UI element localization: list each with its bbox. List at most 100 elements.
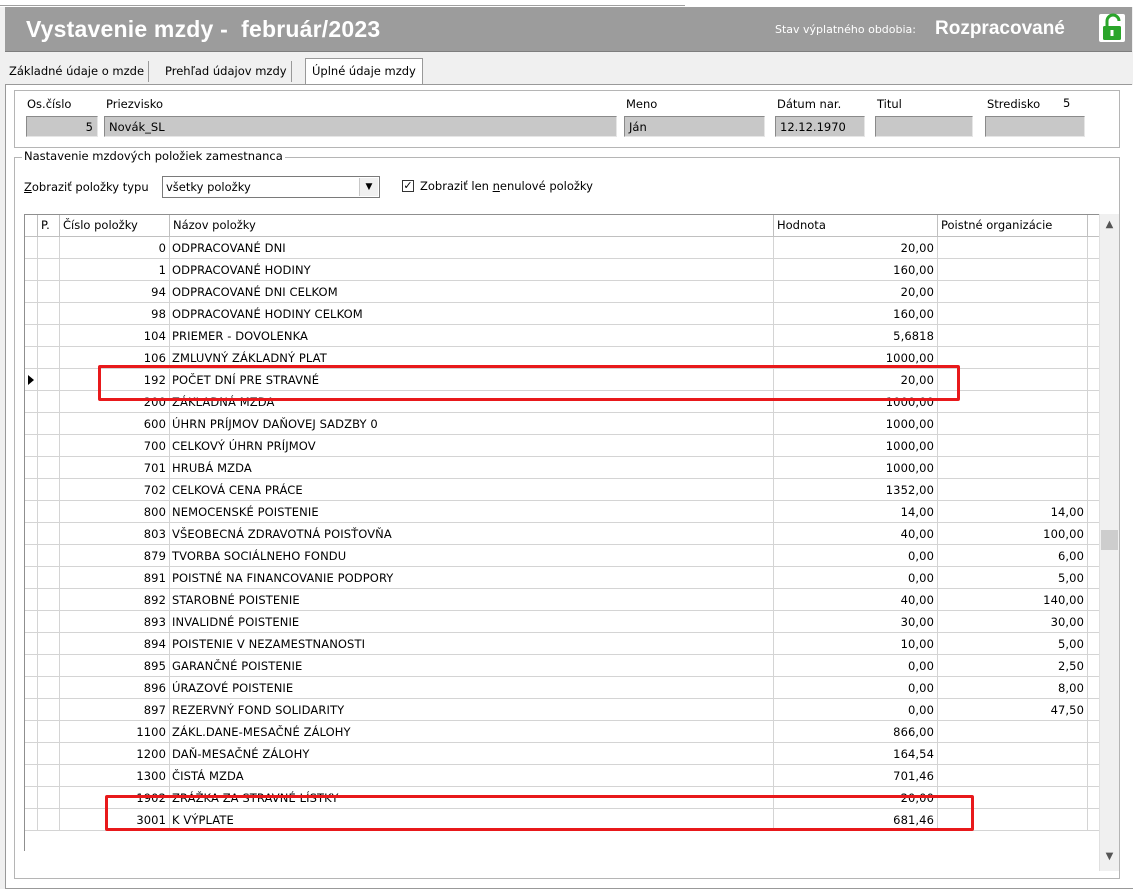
cell-org-insurance[interactable]: 5,00: [938, 633, 1088, 654]
cell-name[interactable]: ODPRACOVANÉ DNI CELKOM: [170, 281, 774, 302]
cell-org-insurance[interactable]: [938, 391, 1088, 412]
cell-p[interactable]: [38, 259, 60, 280]
table-row[interactable]: 893 INVALIDNÉ POISTENIE 30,00 30,00: [25, 611, 1101, 633]
cell-number[interactable]: 700: [60, 435, 170, 456]
cell-name[interactable]: ODPRACOVANÉ HODINY CELKOM: [170, 303, 774, 324]
cell-name[interactable]: ÚRAZOVÉ POISTENIE: [170, 677, 774, 698]
cell-org-insurance[interactable]: [938, 369, 1088, 390]
cell-name[interactable]: GARANČNÉ POISTENIE: [170, 655, 774, 676]
nonzero-checkbox-label[interactable]: Zobraziť len nenulové položky: [420, 179, 593, 193]
table-row[interactable]: 600 ÚHRN PRÍJMOV DAŇOVEJ SADZBY 0 1000,00: [25, 413, 1101, 435]
cell-number[interactable]: 891: [60, 567, 170, 588]
table-row[interactable]: 94 ODPRACOVANÉ DNI CELKOM 20,00: [25, 281, 1101, 303]
cell-value[interactable]: 681,46: [774, 809, 938, 830]
row-selector[interactable]: [25, 633, 38, 654]
cell-name[interactable]: DAŇ-MESAČNÉ ZÁLOHY: [170, 743, 774, 764]
row-selector[interactable]: [25, 765, 38, 786]
cell-name[interactable]: PRIEMER - DOVOLENKA: [170, 325, 774, 346]
scroll-thumb[interactable]: [1101, 530, 1118, 550]
cell-number[interactable]: 895: [60, 655, 170, 676]
cell-p[interactable]: [38, 413, 60, 434]
cell-org-insurance[interactable]: 6,00: [938, 545, 1088, 566]
scroll-down-icon[interactable]: ▼: [1100, 848, 1119, 866]
cell-value[interactable]: 14,00: [774, 501, 938, 522]
unlocked-padlock-icon[interactable]: [1098, 13, 1126, 43]
row-selector[interactable]: [25, 237, 38, 258]
cell-org-insurance[interactable]: 47,50: [938, 699, 1088, 720]
cell-p[interactable]: [38, 787, 60, 808]
cell-org-insurance[interactable]: [938, 765, 1088, 786]
cell-value[interactable]: 701,46: [774, 765, 938, 786]
cell-number[interactable]: 701: [60, 457, 170, 478]
row-selector[interactable]: [25, 259, 38, 280]
cell-value[interactable]: 0,00: [774, 545, 938, 566]
cell-number[interactable]: 702: [60, 479, 170, 500]
cell-p[interactable]: [38, 303, 60, 324]
table-row[interactable]: 894 POISTENIE V NEZAMESTNANOSTI 10,00 5,00: [25, 633, 1101, 655]
cell-value[interactable]: 0,00: [774, 567, 938, 588]
tab-prehlad-udajov[interactable]: Prehľad údajov mzdy: [161, 61, 292, 82]
cell-number[interactable]: 192: [60, 369, 170, 390]
cell-org-insurance[interactable]: [938, 787, 1088, 808]
dropdown-arrow-icon[interactable]: ▼: [359, 178, 378, 196]
vertical-scrollbar[interactable]: ▲ ▼: [1099, 214, 1119, 871]
row-selector[interactable]: [25, 611, 38, 632]
table-row[interactable]: 192 POČET DNÍ PRE STRAVNÉ 20,00: [25, 369, 1101, 391]
cell-name[interactable]: POISTENIE V NEZAMESTNANOSTI: [170, 633, 774, 654]
cell-number[interactable]: 98: [60, 303, 170, 324]
row-selector[interactable]: [25, 523, 38, 544]
cell-number[interactable]: 1: [60, 259, 170, 280]
cell-number[interactable]: 897: [60, 699, 170, 720]
cell-number[interactable]: 1300: [60, 765, 170, 786]
table-row[interactable]: 897 REZERVNÝ FOND SOLIDARITY 0,00 47,50: [25, 699, 1101, 721]
cell-org-insurance[interactable]: [938, 809, 1088, 830]
cell-name[interactable]: POISTNÉ NA FINANCOVANIE PODPORY: [170, 567, 774, 588]
cell-value[interactable]: 30,00: [774, 611, 938, 632]
cell-number[interactable]: 894: [60, 633, 170, 654]
table-row[interactable]: 200 ZÁKLADNÁ MZDA 1000,00: [25, 391, 1101, 413]
row-selector[interactable]: [25, 787, 38, 808]
cell-p[interactable]: [38, 699, 60, 720]
cell-value[interactable]: 10,00: [774, 633, 938, 654]
row-selector[interactable]: [25, 391, 38, 412]
cell-number[interactable]: 106: [60, 347, 170, 368]
header-p[interactable]: P.: [38, 215, 60, 236]
row-selector[interactable]: [25, 347, 38, 368]
cell-value[interactable]: 0,00: [774, 699, 938, 720]
table-row[interactable]: 106 ZMLUVNÝ ZÁKLADNÝ PLAT 1000,00: [25, 347, 1101, 369]
cell-p[interactable]: [38, 809, 60, 830]
cell-name[interactable]: ODPRACOVANÉ HODINY: [170, 259, 774, 280]
table-row[interactable]: 1902 ZRÁŽKA ZA STRAVNÉ LÍSTKY 20,00: [25, 787, 1101, 809]
cell-name[interactable]: ČISTÁ MZDA: [170, 765, 774, 786]
row-selector[interactable]: [25, 545, 38, 566]
cell-value[interactable]: 1000,00: [774, 347, 938, 368]
cell-p[interactable]: [38, 457, 60, 478]
table-row[interactable]: 0 ODPRACOVANÉ DNI 20,00: [25, 237, 1101, 259]
cell-value[interactable]: 866,00: [774, 721, 938, 742]
cell-p[interactable]: [38, 237, 60, 258]
row-selector[interactable]: [25, 567, 38, 588]
cell-org-insurance[interactable]: [938, 347, 1088, 368]
cell-value[interactable]: 20,00: [774, 237, 938, 258]
cell-value[interactable]: 40,00: [774, 589, 938, 610]
table-row[interactable]: 1300 ČISTÁ MZDA 701,46: [25, 765, 1101, 787]
scroll-up-icon[interactable]: ▲: [1100, 216, 1119, 234]
cell-number[interactable]: 800: [60, 501, 170, 522]
cell-name[interactable]: REZERVNÝ FOND SOLIDARITY: [170, 699, 774, 720]
cell-org-insurance[interactable]: [938, 743, 1088, 764]
table-row[interactable]: 104 PRIEMER - DOVOLENKA 5,6818: [25, 325, 1101, 347]
cell-p[interactable]: [38, 479, 60, 500]
cell-value[interactable]: 160,00: [774, 259, 938, 280]
cell-number[interactable]: 94: [60, 281, 170, 302]
row-selector[interactable]: [25, 325, 38, 346]
cell-name[interactable]: VŠEOBECNÁ ZDRAVOTNÁ POISŤOVŇA: [170, 523, 774, 544]
stredisko-field[interactable]: [985, 116, 1085, 137]
cell-number[interactable]: 892: [60, 589, 170, 610]
priezvisko-field[interactable]: Novák_SL: [104, 116, 617, 137]
row-selector[interactable]: [25, 743, 38, 764]
cell-number[interactable]: 1100: [60, 721, 170, 742]
cell-number[interactable]: 893: [60, 611, 170, 632]
row-selector[interactable]: [25, 413, 38, 434]
table-row[interactable]: 3001 K VÝPLATE 681,46: [25, 809, 1101, 831]
cell-p[interactable]: [38, 611, 60, 632]
